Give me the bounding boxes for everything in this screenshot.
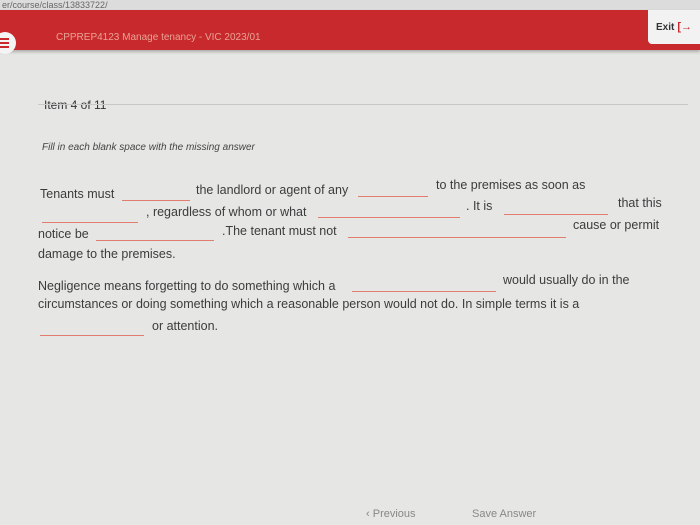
- exit-button[interactable]: Exit [→: [648, 10, 700, 44]
- save-answer-button[interactable]: Save Answer: [472, 508, 536, 520]
- text-fragment: Tenants must: [40, 187, 115, 201]
- text-fragment: . It is: [466, 199, 493, 213]
- text-fragment: , regardless of whom or what: [146, 205, 307, 219]
- blank-input-6[interactable]: [96, 240, 214, 241]
- text-fragment: notice be: [38, 227, 89, 241]
- blank-input-9[interactable]: [40, 335, 144, 336]
- text-fragment: would usually do in the: [503, 273, 630, 287]
- browser-url: er/course/class/13833722/: [0, 0, 700, 10]
- instruction: Fill in each blank space with the missin…: [42, 142, 255, 153]
- blank-input-2[interactable]: [358, 196, 428, 197]
- divider: [38, 104, 688, 105]
- text-fragment: damage to the premises.: [38, 247, 176, 261]
- blank-input-8[interactable]: [352, 291, 496, 292]
- text-fragment: that this: [618, 196, 662, 210]
- previous-button[interactable]: ‹ Previous: [366, 508, 416, 520]
- text-fragment: to the premises as soon as: [436, 178, 586, 192]
- blank-input-4[interactable]: [318, 217, 460, 218]
- blank-input-1[interactable]: [122, 200, 190, 201]
- text-fragment: the landlord or agent of any: [196, 183, 349, 197]
- blank-input-3[interactable]: [42, 222, 138, 223]
- top-bar: CPPREP4123 Manage tenancy - VIC 2023/01 …: [0, 10, 700, 54]
- chevron-left-icon: ‹: [366, 508, 373, 520]
- blank-input-5[interactable]: [504, 214, 608, 215]
- text-fragment: .The tenant must not: [222, 224, 337, 238]
- previous-label: Previous: [372, 508, 416, 520]
- text-fragment: circumstances or doing something which a…: [38, 297, 580, 311]
- item-counter: Item 4 of 11: [44, 98, 107, 112]
- text-fragment: Negligence means forgetting to do someth…: [38, 279, 336, 293]
- course-title: CPPREP4123 Manage tenancy - VIC 2023/01: [56, 32, 261, 43]
- text-fragment: cause or permit: [573, 218, 660, 232]
- exit-label: Exit: [655, 21, 675, 33]
- text-fragment: or attention.: [152, 319, 219, 333]
- menu-icon[interactable]: [0, 32, 16, 54]
- exit-icon: [→: [677, 21, 692, 33]
- blank-input-7[interactable]: [348, 237, 566, 238]
